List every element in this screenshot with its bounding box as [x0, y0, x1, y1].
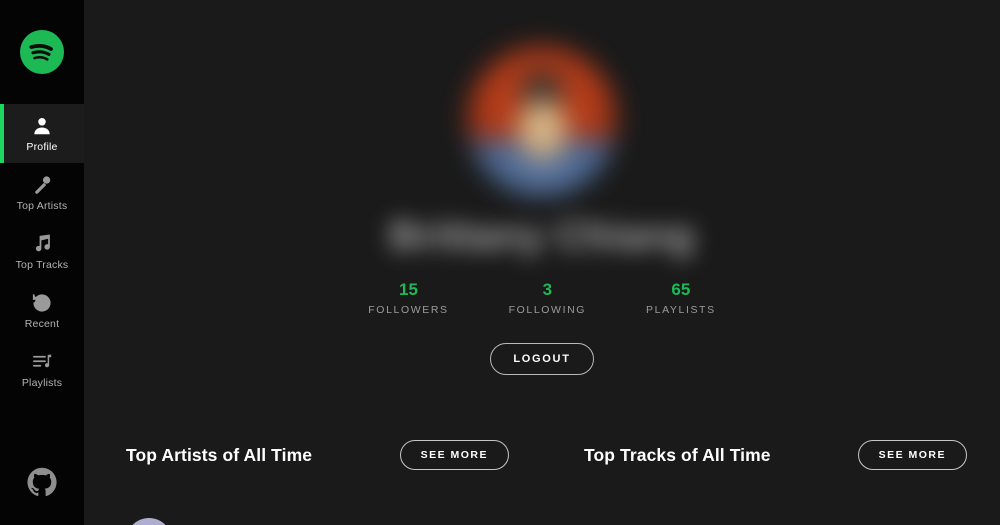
sidebar-item-recent[interactable]: Recent [0, 281, 84, 340]
avatar-face-shape [516, 100, 568, 160]
microphone-icon [31, 174, 53, 196]
playlist-icon [31, 351, 53, 373]
spotify-logo-link[interactable] [0, 0, 84, 104]
stat-playlists[interactable]: 65 PLAYLISTS [646, 281, 716, 316]
artist-thumbnail-row [126, 518, 172, 525]
stat-label: PLAYLISTS [646, 304, 716, 316]
section-title: Top Artists of All Time [126, 444, 313, 465]
clock-history-icon [31, 292, 53, 314]
sidebar-item-label: Profile [26, 140, 58, 153]
sidebar-nav: Profile Top Artists Top Tracks Recent Pl… [0, 104, 84, 399]
artist-thumbnail[interactable] [126, 518, 172, 525]
profile-avatar [467, 46, 617, 196]
profile-display-name: Brittany Chiang [389, 214, 695, 258]
spotify-logo [20, 30, 64, 74]
see-more-button-artists[interactable]: SEE MORE [399, 440, 509, 470]
section-top-artists: Top Artists of All Time SEE MORE [84, 440, 542, 525]
active-accent-bar [0, 104, 4, 163]
app-root: Profile Top Artists Top Tracks Recent Pl… [0, 0, 1000, 525]
sidebar-item-label: Top Tracks [15, 258, 69, 271]
stat-followers[interactable]: 15 FOLLOWERS [368, 281, 448, 316]
stat-following[interactable]: 3 FOLLOWING [509, 281, 586, 316]
github-link[interactable] [0, 467, 84, 497]
logout-button[interactable]: LOGOUT [490, 342, 594, 375]
main-content: Brittany Chiang 15 FOLLOWERS 3 FOLLOWING… [84, 0, 1000, 525]
content-sections: Top Artists of All Time SEE MORE Top Tra… [84, 440, 1000, 525]
stat-label: FOLLOWING [508, 304, 587, 316]
see-more-button-tracks[interactable]: SEE MORE [857, 440, 967, 470]
profile-header: Brittany Chiang 15 FOLLOWERS 3 FOLLOWING… [84, 0, 1000, 375]
profile-stats: 15 FOLLOWERS 3 FOLLOWING 65 PLAYLISTS [368, 281, 715, 316]
user-icon [31, 115, 53, 137]
sidebar: Profile Top Artists Top Tracks Recent Pl… [0, 0, 84, 525]
section-header: Top Tracks of All Time SEE MORE [542, 440, 1000, 470]
stat-value: 65 [671, 280, 691, 299]
sidebar-item-top-artists[interactable]: Top Artists [0, 163, 84, 222]
sidebar-item-top-tracks[interactable]: Top Tracks [0, 222, 84, 281]
sidebar-item-label: Top Artists [16, 199, 68, 212]
music-note-icon [31, 233, 53, 255]
github-icon [27, 467, 57, 497]
stat-label: FOLLOWERS [368, 304, 449, 316]
sidebar-item-label: Recent [24, 317, 60, 330]
stat-value: 15 [399, 280, 418, 299]
sidebar-item-playlists[interactable]: Playlists [0, 340, 84, 399]
sidebar-item-label: Playlists [21, 376, 63, 389]
sidebar-item-profile[interactable]: Profile [0, 104, 84, 163]
stat-value: 3 [542, 280, 553, 299]
section-header: Top Artists of All Time SEE MORE [84, 440, 542, 470]
section-top-tracks: Top Tracks of All Time SEE MORE [542, 440, 1000, 470]
section-title: Top Tracks of All Time [584, 444, 771, 465]
